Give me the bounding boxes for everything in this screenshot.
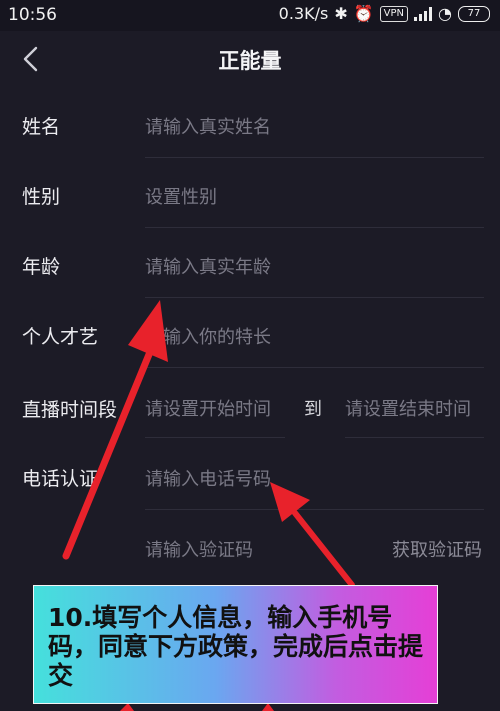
phone-label: 电话认证 [22,468,99,490]
form-row-live-time: 直播时间段 请设置开始时间 到 请设置结束时间 [0,368,500,438]
wifi-icon: ◔ [438,4,452,23]
age-label: 年龄 [22,256,61,278]
instruction-text: 10.填写个人信息，输入手机号码，同意下方政策，完成后点击提交 [48,603,424,690]
talent-label: 个人才艺 [22,326,99,348]
get-code-button[interactable]: 获取验证码 [392,536,482,562]
network-speed: 0.3K/s [278,4,329,23]
navbar: 正能量 [0,31,500,87]
status-icons: 0.3K/s ✱ ⏰ VPN ◔ 77 [279,4,490,23]
bluetooth-icon: ✱ [334,4,348,23]
age-input[interactable]: 请输入真实年龄 [145,253,271,279]
status-time: 10:56 [8,5,57,25]
name-label: 姓名 [22,116,61,138]
status-bar: 10:56 0.3K/s ✱ ⏰ VPN ◔ 77 [0,0,500,31]
signal-icon [414,6,433,21]
gender-select[interactable]: 设置性别 [145,183,217,209]
gender-label: 性别 [22,186,61,208]
phone-input[interactable]: 请输入电话号码 [145,465,271,491]
arrow-tails-bottom [120,703,274,711]
verification-code-input[interactable]: 请输入验证码 [145,536,253,562]
name-input[interactable]: 请输入真实姓名 [145,113,271,139]
battery-icon: 77 [458,5,490,22]
page-title: 正能量 [218,49,282,73]
form-row-talent: 个人才艺 请输入你的特长 [0,298,500,368]
instruction-banner: 10.填写个人信息，输入手机号码，同意下方政策，完成后点击提交 [33,585,438,704]
form-row-code: 请输入验证码 获取验证码 [0,510,500,580]
alarm-icon: ⏰ [353,4,374,23]
talent-input[interactable]: 请输入你的特长 [145,323,271,349]
live-time-label: 直播时间段 [22,399,118,421]
form-row-age: 年龄 请输入真实年龄 [0,228,500,298]
form-row-gender: 性别 设置性别 [0,158,500,228]
form-row-phone: 电话认证 请输入电话号码 [0,438,500,510]
to-label: 到 [304,399,322,420]
end-time-input[interactable]: 请设置结束时间 [345,395,471,421]
vpn-badge: VPN [379,5,409,22]
form-row-name: 姓名 请输入真实姓名 [0,88,500,158]
start-time-input[interactable]: 请设置开始时间 [145,395,271,421]
